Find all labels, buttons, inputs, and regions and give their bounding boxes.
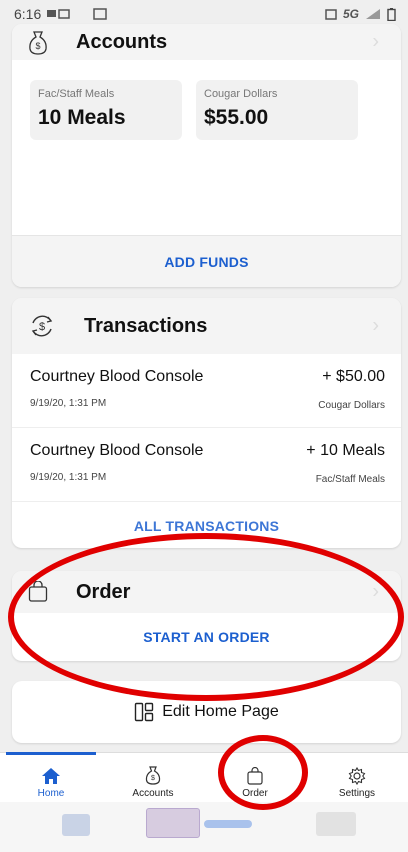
gear-icon [348, 767, 366, 785]
tab-label: Settings [338, 788, 376, 799]
refresh-dollar-icon: $ [31, 315, 53, 337]
system-nav-strip [0, 802, 408, 852]
signal-icon [366, 9, 380, 19]
recent-app-thumbnail[interactable] [62, 814, 90, 836]
status-time: 6:16 [14, 6, 42, 22]
recent-app-thumbnail[interactable] [316, 812, 356, 836]
tab-home[interactable]: Home [0, 752, 102, 802]
battery-icon [387, 7, 396, 21]
shopping-bag-icon [28, 581, 48, 602]
start-order-button[interactable]: START AN ORDER [12, 613, 401, 661]
transaction-row[interactable]: Courtney Blood Console + $50.00 9/19/20,… [12, 354, 401, 428]
shopping-bag-icon [247, 767, 263, 785]
start-order-label: START AN ORDER [143, 629, 270, 645]
order-card[interactable]: Order › START AN ORDER [12, 571, 401, 661]
money-bag-icon: $ [145, 766, 161, 785]
svg-text:$: $ [151, 775, 155, 782]
balances: Fac/Staff Meals 10 Meals Cougar Dollars … [12, 60, 401, 140]
balance-cougar-dollars[interactable]: Cougar Dollars $55.00 [196, 80, 358, 140]
recent-app-thumbnail[interactable] [204, 820, 252, 828]
balance-value: 10 Meals [38, 106, 126, 129]
tab-accounts[interactable]: $ Accounts [102, 753, 204, 802]
chevron-right-icon: › [372, 314, 379, 337]
layout-icon [135, 702, 154, 722]
balance-meals[interactable]: Fac/Staff Meals 10 Meals [30, 80, 182, 140]
tab-label: Accounts [132, 788, 174, 799]
transaction-account: Fac/Staff Meals [315, 474, 385, 485]
transactions-card[interactable]: $ Transactions › Courtney Blood Console … [12, 298, 401, 548]
balance-label: Fac/Staff Meals [38, 88, 115, 100]
svg-text:$: $ [35, 41, 40, 51]
status-right: 5G [325, 7, 396, 21]
accounts-title: Accounts [76, 30, 168, 53]
add-funds-label: ADD FUNDS [164, 253, 249, 270]
notification-icon [47, 9, 70, 19]
money-bag-icon: $ [29, 31, 47, 55]
tab-label: Home [37, 788, 65, 799]
transaction-amount: + 10 Meals [306, 442, 385, 459]
status-left: 6:16 [14, 6, 107, 22]
chevron-right-icon: › [372, 30, 379, 53]
transactions-title: Transactions [84, 314, 208, 337]
edit-home-button[interactable]: Edit Home Page [12, 681, 401, 743]
bottom-tab-bar: Home $ Accounts Order Settings [0, 752, 408, 802]
alarm-icon [325, 9, 337, 20]
edit-home-label: Edit Home Page [162, 703, 279, 720]
recent-app-thumbnail[interactable] [146, 808, 200, 838]
network-label: 5G [342, 7, 359, 21]
tab-label: Order [242, 788, 268, 799]
balance-value: $55.00 [204, 106, 269, 129]
add-funds-button[interactable]: ADD FUNDS [12, 235, 401, 287]
svg-text:$: $ [39, 321, 45, 333]
tab-order[interactable]: Order [204, 753, 306, 802]
accounts-card[interactable]: $ Accounts › Fac/Staff Meals 10 Meals Co… [12, 24, 401, 287]
transaction-amount: + $50.00 [322, 368, 385, 385]
tab-settings[interactable]: Settings [306, 753, 408, 802]
all-transactions-button[interactable]: ALL TRANSACTIONS [12, 502, 401, 542]
transaction-account: Cougar Dollars [318, 400, 385, 411]
balance-label: Cougar Dollars [204, 88, 278, 100]
transaction-row[interactable]: Courtney Blood Console + 10 Meals 9/19/2… [12, 428, 401, 502]
order-title: Order [76, 580, 131, 603]
transactions-header[interactable]: $ Transactions › [12, 298, 401, 354]
accounts-header[interactable]: $ Accounts › [12, 24, 401, 60]
all-transactions-label: ALL TRANSACTIONS [133, 518, 280, 534]
order-header[interactable]: Order › [12, 571, 401, 613]
chevron-right-icon: › [372, 580, 379, 603]
home-icon [42, 768, 60, 784]
image-icon [93, 8, 107, 20]
